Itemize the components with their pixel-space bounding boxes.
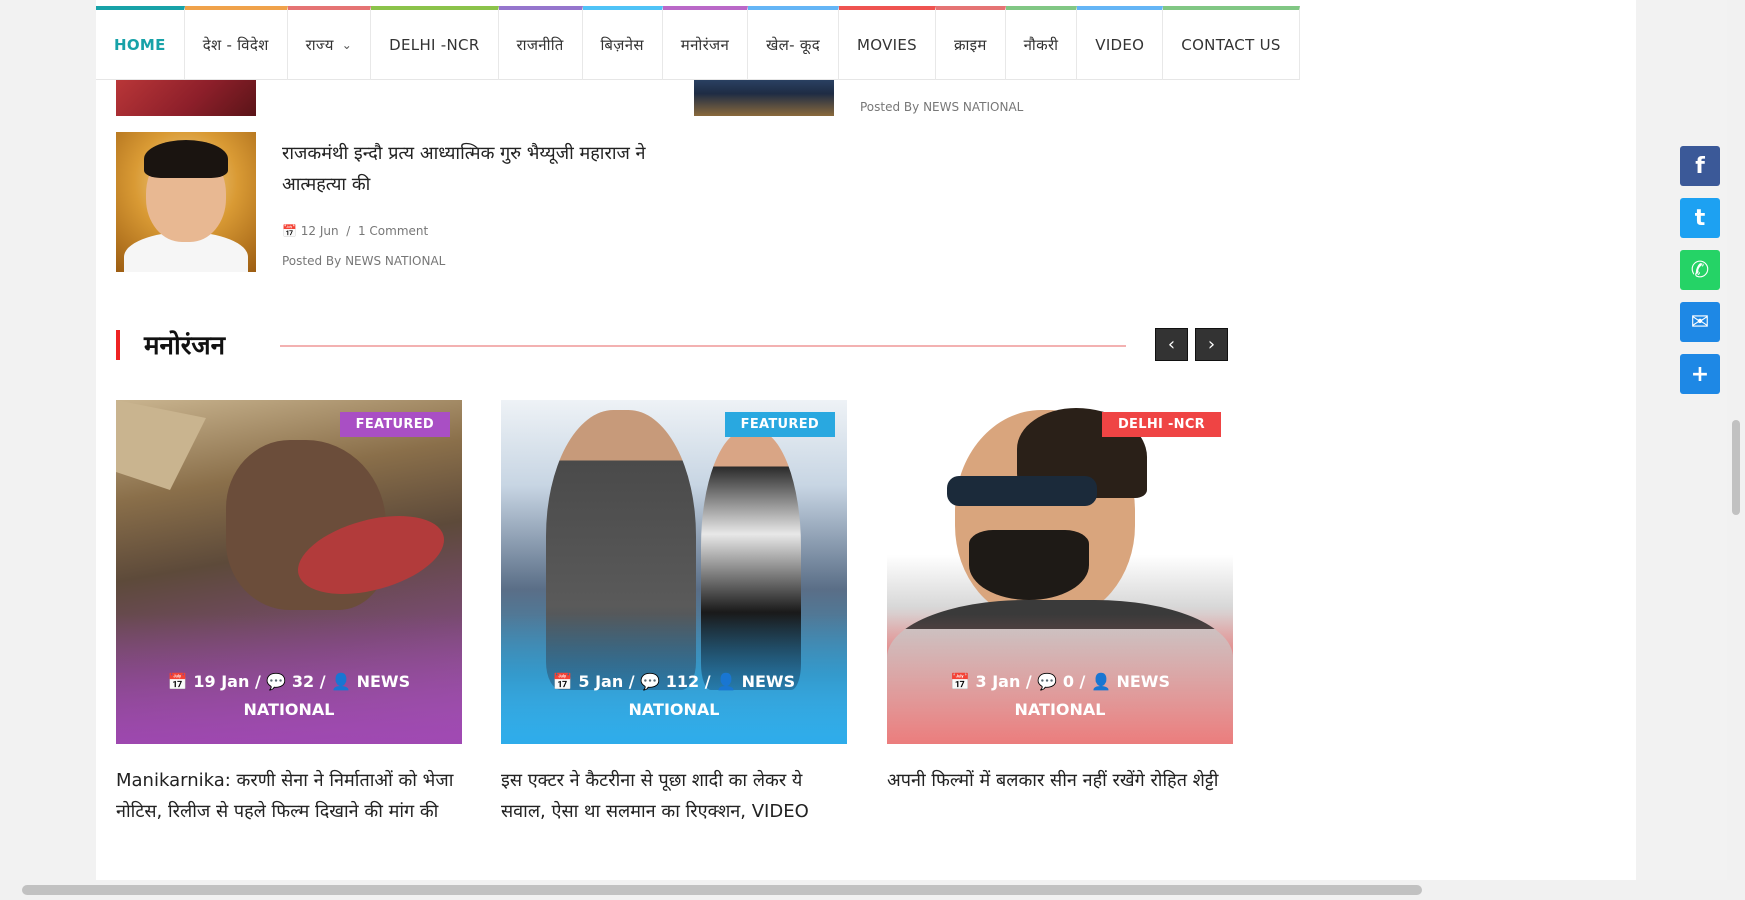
card-title-link[interactable]: इस एक्टर ने कैटरीना से पूछा शादी का लेकर… — [501, 765, 847, 827]
post-meta: 📅 12 Jun / 1 Comment — [282, 224, 428, 238]
nav-video[interactable]: VIDEO — [1077, 6, 1164, 80]
posted-by: Posted By NEWS NATIONAL — [282, 254, 446, 268]
featured-card[interactable]: FEATURED 📅 5 Jan / 💬 112 / 👤 NEWS NATION… — [501, 400, 847, 744]
share-plus-icon[interactable]: + — [1680, 354, 1720, 394]
comment-icon: 💬 — [266, 672, 287, 691]
comment-icon: 💬 — [1037, 672, 1058, 691]
nav-naukri[interactable]: नौकरी — [1005, 6, 1078, 80]
page-content: HOME देश - विदेश राज्य ⌄ DELHI -NCR राजनी… — [96, 0, 1636, 880]
chevron-down-icon: ⌄ — [341, 38, 353, 52]
main-nav: HOME देश - विदेश राज्य ⌄ DELHI -NCR राजनी… — [96, 6, 1300, 80]
user-icon: 👤 — [716, 672, 737, 691]
card-badge[interactable]: FEATURED — [724, 412, 835, 437]
nav-business[interactable]: बिज़नेस — [582, 6, 663, 80]
nav-label: DELHI -NCR — [389, 36, 480, 54]
nav-label: VIDEO — [1095, 36, 1145, 54]
nav-desh-videsh[interactable]: देश - विदेश — [184, 6, 288, 80]
nav-manoranjan[interactable]: मनोरंजन — [662, 6, 749, 80]
vertical-scroll-thumb[interactable] — [1732, 420, 1740, 515]
twitter-icon[interactable]: t — [1680, 198, 1720, 238]
section-divider — [280, 345, 1126, 347]
calendar-icon: 📅 — [552, 672, 573, 691]
card-title-link[interactable]: Manikarnika: करणी सेना ने निर्माताओं को … — [116, 765, 462, 827]
nav-label: MOVIES — [856, 36, 917, 54]
card-badge[interactable]: FEATURED — [339, 412, 450, 437]
nav-home[interactable]: HOME — [96, 6, 185, 80]
nav-label: देश - विदेश — [202, 36, 269, 54]
post-date: 12 Jun — [300, 224, 339, 238]
chevron-left-icon: ‹ — [1167, 334, 1176, 355]
card-meta: 📅 5 Jan / 💬 112 / 👤 NEWS NATIONAL — [552, 672, 796, 719]
nav-rajniti[interactable]: राजनीति — [498, 6, 583, 80]
post-comments[interactable]: 1 Comment — [358, 224, 428, 238]
card-title-link[interactable]: अपनी फिल्मों में बलकार सीन नहीं रखेंगे र… — [887, 765, 1233, 796]
email-icon[interactable]: ✉ — [1680, 302, 1720, 342]
portrait-hair — [144, 140, 228, 178]
featured-card[interactable]: DELHI -NCR 📅 3 Jan / 💬 0 / 👤 NEWS NATION… — [887, 400, 1233, 744]
whatsapp-icon[interactable]: ✆ — [1680, 250, 1720, 290]
section-accent-bar — [116, 330, 120, 360]
vertical-scrollbar[interactable] — [1727, 0, 1745, 880]
card-date: 19 Jan — [193, 672, 250, 691]
nav-movies[interactable]: MOVIES — [838, 6, 936, 80]
nav-label: नौकरी — [1023, 36, 1059, 54]
social-share-bar: f t ✆ ✉ + — [1680, 146, 1720, 406]
card-image-beard — [969, 530, 1089, 600]
nav-delhi-ncr[interactable]: DELHI -NCR — [371, 6, 499, 80]
section-title: मनोरंजन — [144, 331, 226, 361]
user-icon: 👤 — [1090, 672, 1111, 691]
calendar-icon: 📅 — [950, 672, 970, 691]
card-comments[interactable]: 0 — [1063, 672, 1074, 691]
chevron-right-icon: › — [1207, 334, 1216, 355]
carousel-next-button[interactable]: › — [1195, 328, 1228, 361]
card-badge[interactable]: DELHI -NCR — [1101, 412, 1221, 437]
nav-label: राजनीति — [516, 36, 564, 54]
nav-label: खेल- कूद — [766, 36, 820, 54]
card-image-flag — [116, 400, 206, 490]
user-icon: 👤 — [331, 672, 352, 691]
card-meta: 📅 19 Jan / 💬 32 / 👤 NEWS NATIONAL — [167, 672, 411, 719]
card-comments[interactable]: 112 — [666, 672, 699, 691]
featured-card[interactable]: FEATURED 📅 19 Jan / 💬 32 / 👤 NEWS NATION… — [116, 400, 462, 744]
facebook-icon[interactable]: f — [1680, 146, 1720, 186]
post-thumbnail[interactable] — [116, 132, 256, 272]
meta-separator: / — [342, 224, 355, 238]
horizontal-scroll-thumb[interactable] — [22, 885, 1422, 895]
nav-label: CONTACT US — [1181, 36, 1281, 54]
card-image-sunglasses — [947, 476, 1097, 506]
nav-contact-us[interactable]: CONTACT US — [1163, 6, 1300, 80]
nav-label: राज्य — [305, 36, 334, 54]
nav-label: HOME — [114, 36, 166, 54]
carousel-prev-button[interactable]: ‹ — [1155, 328, 1188, 361]
posted-by: Posted By NEWS NATIONAL — [860, 100, 1024, 114]
nav-crime[interactable]: क्राइम — [935, 6, 1006, 80]
card-meta: 📅 3 Jan / 💬 0 / 👤 NEWS NATIONAL — [950, 672, 1170, 719]
nav-label: बिज़नेस — [600, 36, 644, 54]
nav-label: मनोरंजन — [680, 36, 730, 54]
nav-khel-kood[interactable]: खेल- कूद — [748, 6, 839, 80]
card-date: 3 Jan — [975, 672, 1021, 691]
nav-rajya[interactable]: राज्य ⌄ — [287, 6, 372, 80]
horizontal-scrollbar[interactable] — [0, 880, 1745, 900]
card-comments[interactable]: 32 — [292, 672, 314, 691]
card-date: 5 Jan — [578, 672, 624, 691]
calendar-icon: 📅 — [167, 672, 188, 691]
calendar-icon: 📅 — [282, 224, 297, 238]
comment-icon: 💬 — [640, 672, 661, 691]
nav-label: क्राइम — [953, 36, 987, 54]
post-title-link[interactable]: राजकमंथी इन्दौ प्रत्य आध्यात्मिक गुरु भै… — [282, 138, 662, 200]
